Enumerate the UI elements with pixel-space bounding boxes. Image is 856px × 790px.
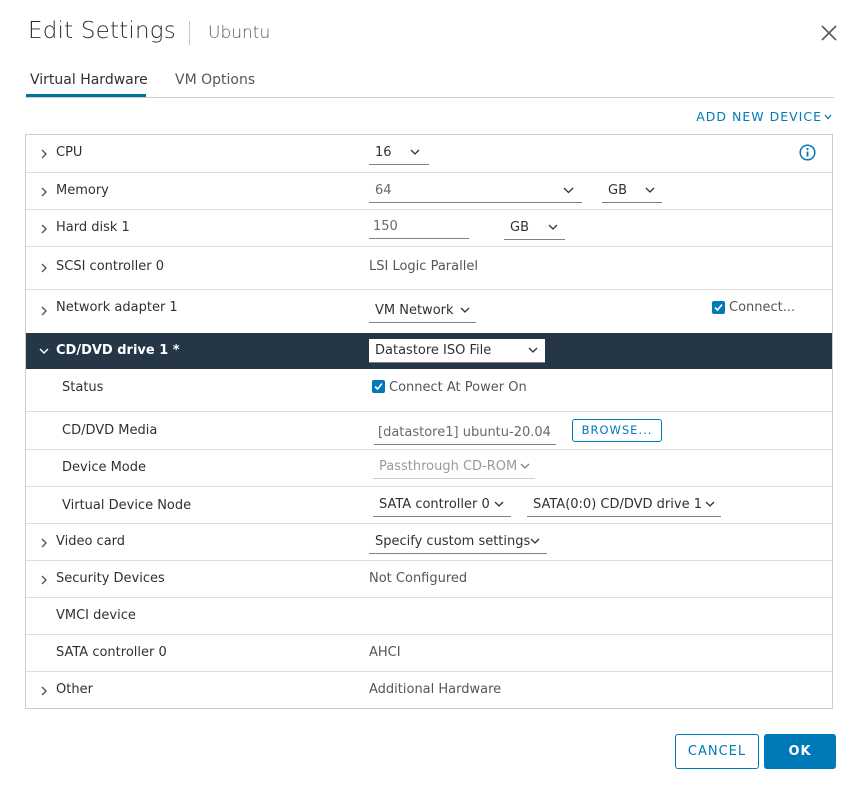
chevron-right-icon[interactable] — [39, 538, 49, 548]
network-label: Network adapter 1 — [56, 300, 178, 315]
sata-controller-label: SATA controller 0 — [56, 645, 167, 660]
chevron-right-icon[interactable] — [39, 187, 49, 197]
row-sata-controller: SATA controller 0 AHCI — [26, 635, 832, 672]
row-cddvd-drive: CD/DVD drive 1 * Datastore ISO File — [26, 333, 832, 369]
row-security-devices: Security Devices Not Configured — [26, 561, 832, 598]
row-memory: Memory 64 GB — [26, 173, 832, 210]
memory-input[interactable]: 64 — [369, 179, 582, 203]
hard-disk-size: 150 — [373, 219, 398, 234]
chevron-down-icon[interactable] — [39, 346, 49, 356]
cpu-select[interactable]: 16 — [369, 141, 429, 165]
add-new-device-button[interactable]: ADD NEW DEVICE — [696, 109, 832, 124]
network-value: VM Network — [375, 303, 454, 318]
chevron-down-icon — [460, 307, 470, 313]
hard-disk-unit-select[interactable]: GB — [504, 216, 565, 240]
row-network-adapter: Network adapter 1 VM Network Connect... — [26, 290, 832, 333]
tab-vm-options[interactable]: VM Options — [175, 72, 255, 88]
hard-disk-unit: GB — [510, 220, 529, 235]
chevron-down-icon — [548, 224, 558, 230]
network-connect-checkbox[interactable] — [712, 301, 725, 314]
browse-button[interactable]: BROWSE... — [572, 419, 662, 442]
memory-unit: GB — [608, 183, 627, 198]
chevron-down-icon — [410, 149, 420, 155]
row-cddvd-status: Status Connect At Power On — [26, 369, 832, 412]
connect-at-power-on-label: Connect At Power On — [389, 380, 527, 395]
video-card-value: Specify custom settings — [375, 534, 531, 549]
sata-drive-value: SATA(0:0) CD/DVD drive 1 — [533, 497, 702, 512]
ok-button[interactable]: OK — [764, 734, 836, 769]
row-other: Other Additional Hardware — [26, 672, 832, 708]
cddvd-label: CD/DVD drive 1 * — [56, 343, 180, 358]
device-mode-select: Passthrough CD-ROM — [373, 455, 535, 479]
vmci-label: VMCI device — [56, 608, 136, 623]
chevron-right-icon[interactable] — [39, 263, 49, 273]
security-devices-value: Not Configured — [369, 571, 468, 586]
chevron-down-icon — [645, 187, 655, 193]
dialog-title: Edit Settings — [28, 18, 176, 44]
row-hard-disk: Hard disk 1 150 GB — [26, 210, 832, 247]
chevron-down-icon — [528, 347, 538, 353]
network-connect-label: Connect... — [729, 300, 796, 315]
video-card-select[interactable]: Specify custom settings — [369, 530, 547, 554]
scsi-label: SCSI controller 0 — [56, 259, 164, 274]
sata-controller-value: SATA controller 0 — [379, 497, 490, 512]
device-mode-value: Passthrough CD-ROM — [379, 459, 518, 474]
network-select[interactable]: VM Network — [369, 299, 476, 323]
scsi-value: LSI Logic Parallel — [369, 259, 478, 274]
cpu-label: CPU — [56, 145, 83, 160]
sata-controller-select[interactable]: SATA controller 0 — [373, 493, 511, 517]
media-path: [datastore1] ubuntu-20.04 — [378, 425, 551, 440]
memory-label: Memory — [56, 183, 109, 198]
chevron-down-icon — [530, 538, 540, 544]
chevron-right-icon[interactable] — [39, 306, 49, 316]
tab-bar: Virtual Hardware VM Options — [26, 64, 834, 98]
chevron-down-icon — [705, 501, 715, 507]
row-virtual-device-node: Virtual Device Node SATA controller 0 SA… — [26, 487, 832, 524]
chevron-down-icon — [824, 114, 832, 120]
cpu-value: 16 — [375, 145, 392, 160]
row-cpu: CPU 16 — [26, 135, 832, 173]
hardware-grid: CPU 16 Memory 64 GB Hard disk 1 150 GB S… — [25, 134, 833, 709]
media-label: CD/DVD Media — [62, 423, 158, 438]
security-devices-label: Security Devices — [56, 571, 165, 586]
memory-unit-select[interactable]: GB — [602, 179, 662, 203]
row-cddvd-media: CD/DVD Media [datastore1] ubuntu-20.04 B… — [26, 412, 832, 450]
chevron-right-icon[interactable] — [39, 575, 49, 585]
media-path-input[interactable]: [datastore1] ubuntu-20.04 — [374, 421, 556, 445]
close-icon[interactable] — [818, 22, 840, 44]
cancel-button[interactable]: CANCEL — [675, 734, 759, 769]
row-vmci-device: VMCI device — [26, 598, 832, 635]
row-video-card: Video card Specify custom settings — [26, 524, 832, 561]
cddvd-type-select[interactable]: Datastore ISO File — [369, 339, 545, 363]
status-label: Status — [62, 380, 104, 395]
chevron-down-icon — [494, 501, 504, 507]
chevron-right-icon[interactable] — [39, 686, 49, 696]
other-value: Additional Hardware — [369, 682, 502, 697]
info-icon[interactable] — [799, 144, 816, 161]
chevron-right-icon[interactable] — [39, 149, 49, 159]
chevron-right-icon[interactable] — [39, 224, 49, 234]
hard-disk-size-input[interactable]: 150 — [369, 215, 469, 239]
row-device-mode: Device Mode Passthrough CD-ROM — [26, 450, 832, 487]
tab-virtual-hardware[interactable]: Virtual Hardware — [30, 72, 148, 88]
device-mode-label: Device Mode — [62, 460, 147, 475]
add-new-device-label: ADD NEW DEVICE — [696, 109, 822, 124]
device-node-label: Virtual Device Node — [62, 498, 192, 513]
memory-value: 64 — [375, 183, 392, 198]
video-card-label: Video card — [56, 534, 126, 549]
chevron-down-icon — [520, 463, 530, 469]
sata-drive-select[interactable]: SATA(0:0) CD/DVD drive 1 — [527, 493, 721, 517]
title-divider — [189, 21, 190, 45]
row-scsi-controller: SCSI controller 0 LSI Logic Parallel — [26, 247, 832, 290]
hard-disk-label: Hard disk 1 — [56, 220, 130, 235]
cddvd-type-value: Datastore ISO File — [375, 343, 492, 358]
connect-at-power-on-checkbox[interactable] — [372, 380, 385, 393]
dialog-subtitle: Ubuntu — [208, 23, 271, 43]
other-label: Other — [56, 682, 93, 697]
sata-controller-row-value: AHCI — [369, 645, 401, 660]
active-tab-indicator — [26, 94, 146, 97]
chevron-down-icon — [563, 187, 574, 194]
